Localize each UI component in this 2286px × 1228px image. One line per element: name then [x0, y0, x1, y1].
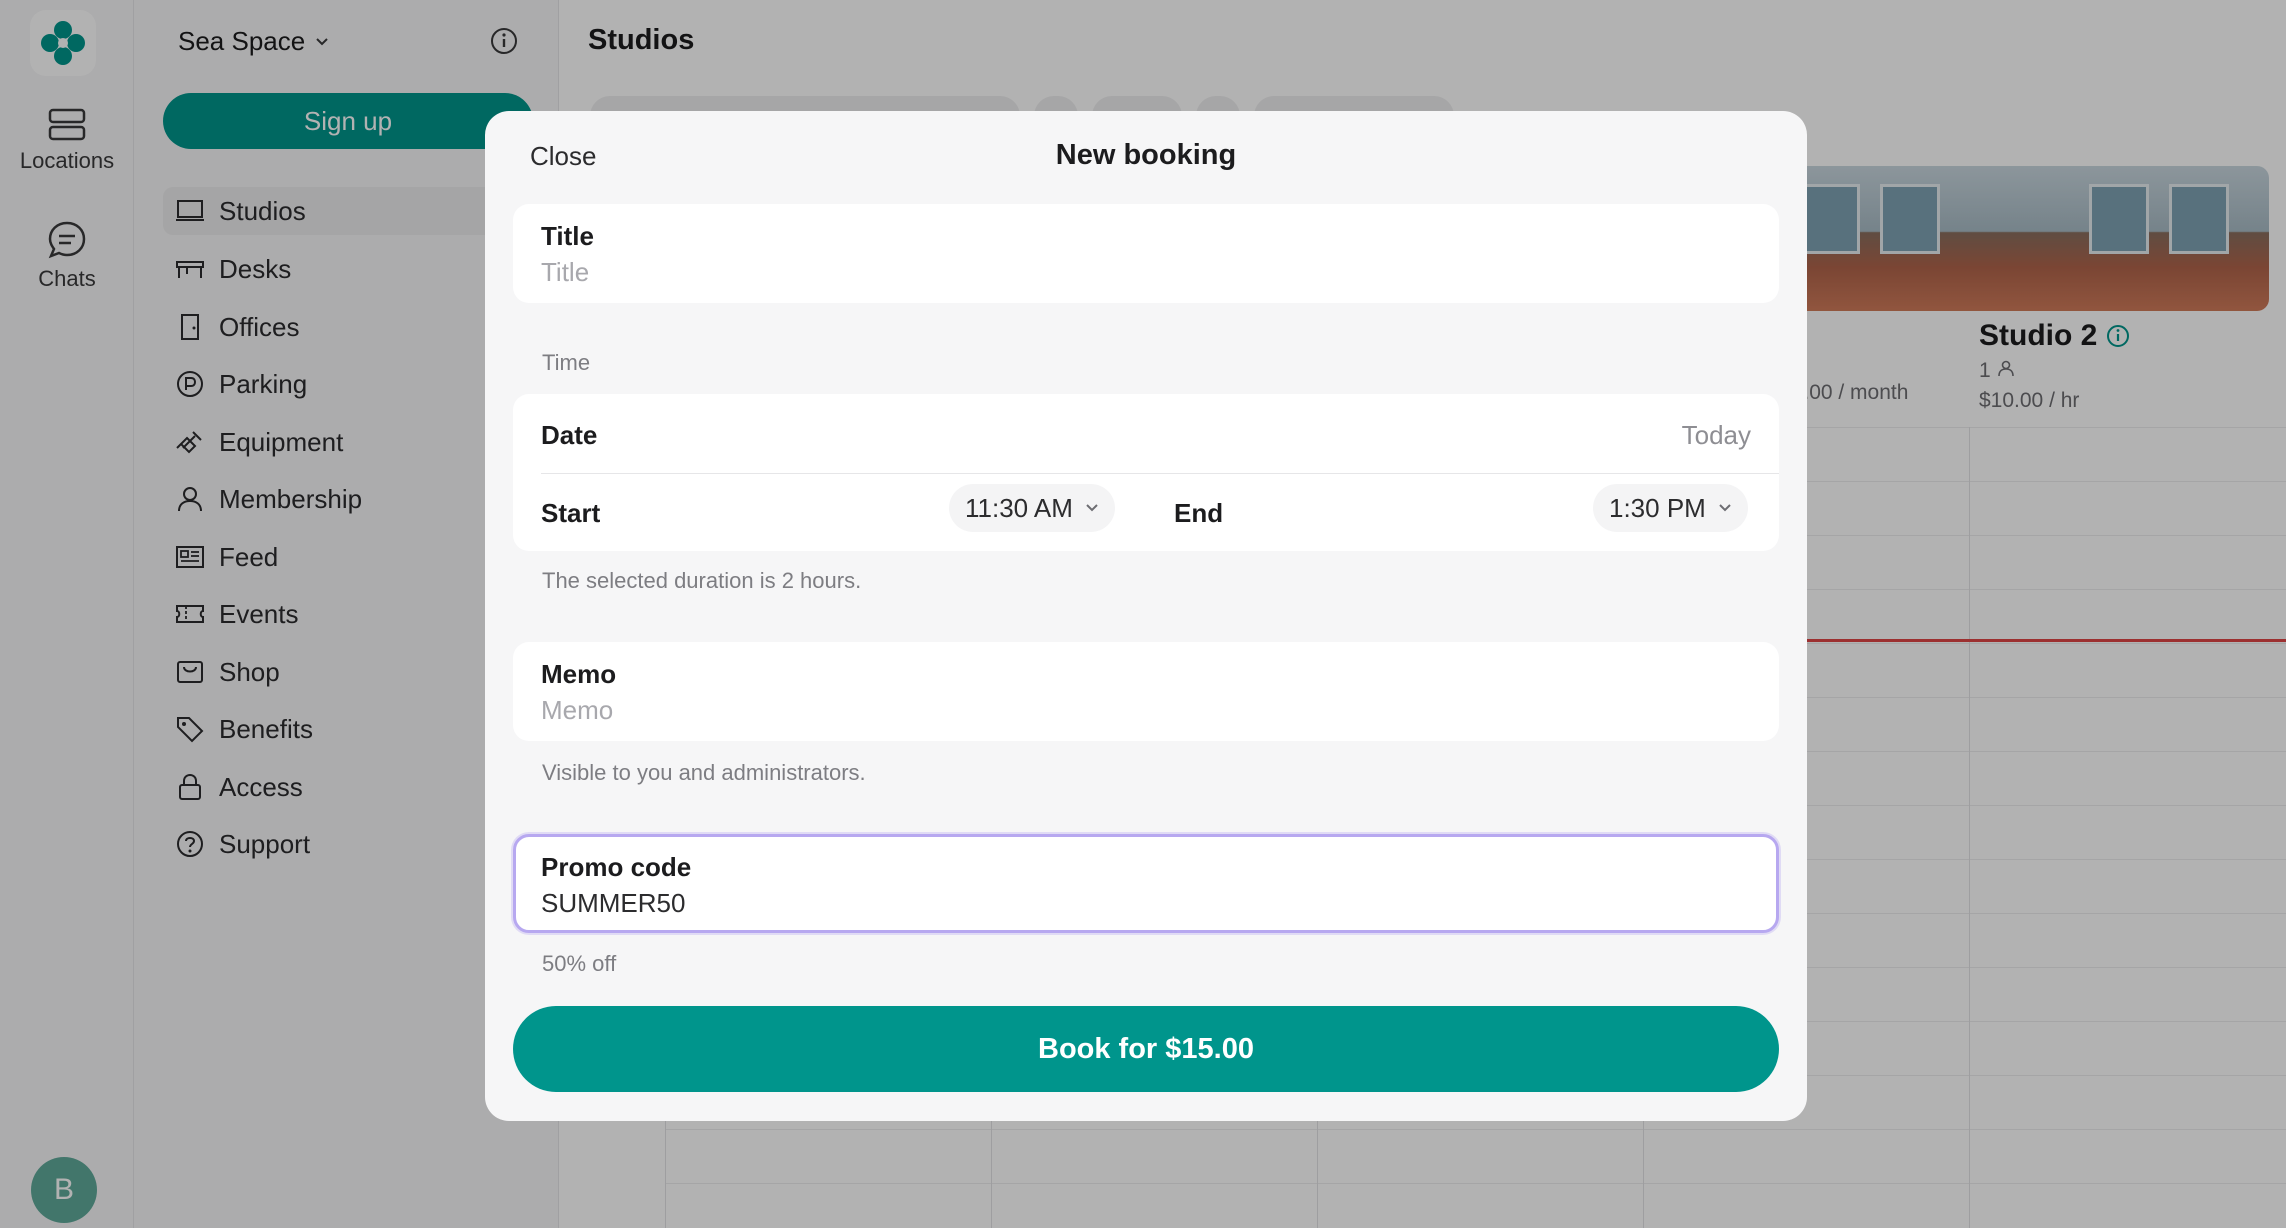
memo-input[interactable]: Memo: [541, 695, 613, 726]
date-label: Date: [541, 420, 598, 450]
time-caption: Time: [542, 350, 591, 375]
title-field-label: Title: [541, 221, 594, 251]
date-picker[interactable]: Today: [1682, 420, 1751, 451]
promo-code-label: Promo code: [541, 852, 692, 882]
end-time-select[interactable]: 1:30 PM: [1593, 484, 1748, 532]
memo-field[interactable]: Memo Memo: [513, 642, 1779, 741]
start-label: Start: [541, 498, 601, 528]
memo-note: Visible to you and administrators.: [542, 760, 866, 785]
book-button[interactable]: Book for $15.00: [513, 1006, 1779, 1092]
title-field[interactable]: Title Title: [513, 204, 1779, 303]
start-time-value: 11:30 AM: [965, 492, 1073, 523]
chevron-down-icon: [1719, 504, 1731, 512]
dialog-title: New booking: [1055, 139, 1237, 171]
chevron-down-icon: [1086, 504, 1098, 512]
time-card: Date Today Start 11:30 AM End 1:30 PM: [513, 394, 1779, 551]
start-time-select[interactable]: 11:30 AM: [949, 484, 1115, 532]
title-input[interactable]: Title: [541, 257, 589, 288]
end-label: End: [1174, 498, 1224, 528]
end-time-value: 1:30 PM: [1609, 492, 1706, 523]
promo-discount-note: 50% off: [542, 951, 617, 976]
memo-field-label: Memo: [541, 659, 617, 689]
book-button-label: Book for $15.00: [1038, 1032, 1254, 1065]
promo-code-input[interactable]: SUMMER50: [541, 888, 685, 919]
duration-note: The selected duration is 2 hours.: [542, 568, 862, 593]
promo-code-field[interactable]: Promo code SUMMER50: [513, 834, 1779, 933]
row-divider: [541, 473, 1779, 474]
new-booking-dialog: Close New booking Title Title Time Date …: [485, 111, 1807, 1121]
